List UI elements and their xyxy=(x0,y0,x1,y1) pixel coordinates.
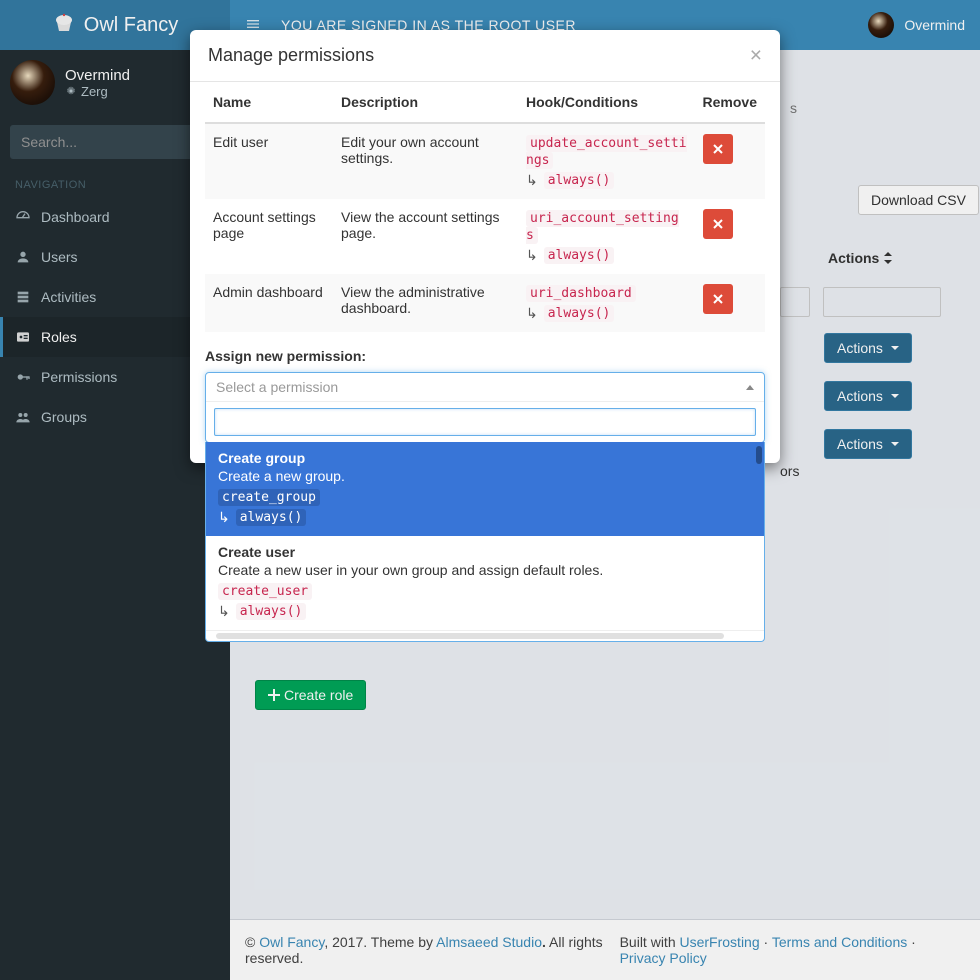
scrollbar-thumb[interactable] xyxy=(756,446,762,464)
option-description: Create a new group. xyxy=(218,468,752,484)
arrow-return-icon: ↳ xyxy=(526,172,538,189)
col-name: Name xyxy=(205,82,333,123)
permissions-table: Name Description Hook/Conditions Remove … xyxy=(205,82,765,332)
option-hook: create_group xyxy=(218,489,320,506)
arrow-return-icon: ↳ xyxy=(526,247,538,264)
col-hook: Hook/Conditions xyxy=(518,82,695,123)
col-description: Description xyxy=(333,82,518,123)
perm-name: Admin dashboard xyxy=(205,274,333,332)
assign-permission-label: Assign new permission: xyxy=(190,332,780,372)
close-icon xyxy=(713,144,723,154)
option-condition: always() xyxy=(236,509,307,526)
select-placeholder: Select a permission xyxy=(216,379,338,395)
option-title: Create user xyxy=(218,544,752,560)
permission-option[interactable]: Create user Create a new user in your own… xyxy=(206,536,764,630)
col-remove: Remove xyxy=(695,82,765,123)
option-title: Set new user group xyxy=(218,639,752,642)
permission-option[interactable]: Create group Create a new group. create_gr… xyxy=(206,442,764,536)
permission-select[interactable]: Select a permission Create groupCreate a… xyxy=(205,372,765,443)
permission-row: Admin dashboardView the administrative d… xyxy=(205,274,765,332)
permission-dropdown: Create group Create a new group. create_gr… xyxy=(205,442,765,642)
perm-description: View the account settings page. xyxy=(333,199,518,274)
perm-hook: uri_account_settings↳always() xyxy=(518,199,695,274)
option-condition: always() xyxy=(236,603,307,620)
scrollbar-track xyxy=(216,633,724,639)
permission-search-input[interactable] xyxy=(214,408,756,436)
remove-permission-button[interactable] xyxy=(703,209,733,239)
arrow-return-icon: ↳ xyxy=(218,509,230,526)
perm-name: Account settings page xyxy=(205,199,333,274)
perm-hook: uri_dashboard↳always() xyxy=(518,274,695,332)
perm-description: Edit your own account settings. xyxy=(333,123,518,199)
perm-description: View the administrative dashboard. xyxy=(333,274,518,332)
perm-name: Edit user xyxy=(205,123,333,199)
arrow-return-icon: ↳ xyxy=(218,603,230,620)
manage-permissions-modal: Manage permissions × Name Description Ho… xyxy=(190,30,780,463)
option-description: Create a new user in your own group and … xyxy=(218,562,752,578)
option-title: Create group xyxy=(218,450,752,466)
permission-row: Account settings pageView the account se… xyxy=(205,199,765,274)
permission-row: Edit userEdit your own account settings.… xyxy=(205,123,765,199)
close-icon xyxy=(713,219,723,229)
arrow-return-icon: ↳ xyxy=(526,305,538,322)
option-hook: create_user xyxy=(218,583,312,600)
close-icon xyxy=(713,294,723,304)
remove-permission-button[interactable] xyxy=(703,284,733,314)
modal-title: Manage permissions xyxy=(208,45,374,66)
remove-permission-button[interactable] xyxy=(703,134,733,164)
modal-close-button[interactable]: × xyxy=(750,45,762,66)
chevron-up-icon xyxy=(746,385,754,390)
perm-hook: update_account_settings↳always() xyxy=(518,123,695,199)
